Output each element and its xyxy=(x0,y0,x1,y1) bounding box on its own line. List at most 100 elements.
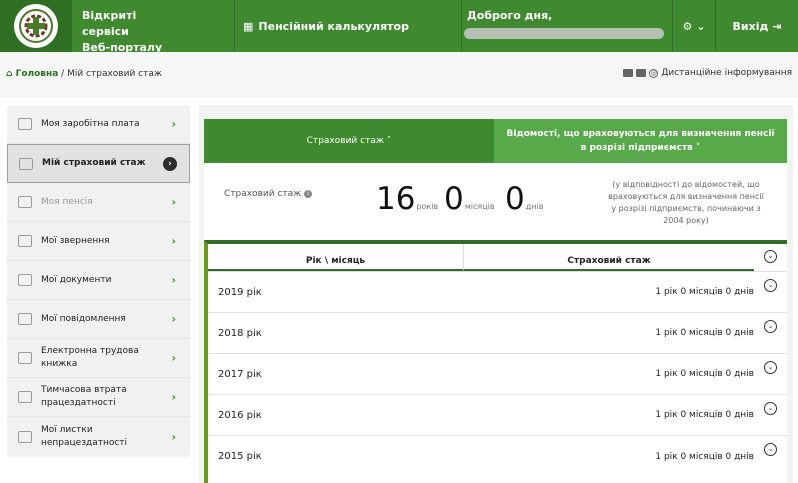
chevron-down-circle-icon: ⌄ xyxy=(764,401,777,415)
logout-label: Вихід xyxy=(732,19,769,33)
pension-calculator-link[interactable]: ▦ Пенсійний калькулятор xyxy=(234,0,462,52)
summary-label: Страховий стаж i xyxy=(224,189,313,199)
breadcrumb-home-label: Головна xyxy=(15,69,59,79)
row-stazh: 1 рік 0 місяців 0 днів xyxy=(655,410,754,420)
breadcrumb-bar: ⌂ Головна / Мій страховий стаж @ Дистанц… xyxy=(0,52,798,98)
remote-info-label: Дистанційне інформування xyxy=(661,68,792,78)
sidebar-item-label: Тимчасова втрата працездатності xyxy=(41,385,127,408)
sidebar-item-appeals[interactable]: Мої звернення › xyxy=(7,222,190,261)
row-year: 2016 рік xyxy=(218,409,262,421)
sidebar-item-label: Мої звернення xyxy=(41,235,110,246)
logout-icon: ⇥ xyxy=(772,19,782,33)
brand-title[interactable]: Відкриті сервіси Веб-порталу xyxy=(72,0,176,54)
months-unit: місяців xyxy=(464,202,495,211)
summary-note: (у відповідності до відомостей, що врахо… xyxy=(608,180,764,225)
table-row[interactable]: 2019 рік 1 рік 0 місяців 0 днів ⌄ xyxy=(208,272,787,313)
expand-all-button[interactable]: ⌄ xyxy=(754,244,787,271)
row-year: 2019 рік xyxy=(218,286,262,298)
user-greeting: Доброго дня, xyxy=(462,0,672,52)
info-icon[interactable]: i xyxy=(304,189,313,198)
months-value: 0 місяців xyxy=(444,181,495,217)
chevron-right-icon: › xyxy=(171,234,176,248)
folder-icon xyxy=(18,196,32,208)
header-spacer xyxy=(176,0,234,52)
tab-insurance-experience[interactable]: Страховий стаж ˄ xyxy=(204,119,494,163)
column-header-stazh: Страховий стаж xyxy=(464,244,754,271)
home-icon: ⌂ xyxy=(6,69,13,79)
top-navbar: Відкриті сервіси Веб-порталу ▦ Пенсійний… xyxy=(0,0,798,54)
sidebar-item-label: Мої листки непрацездатності xyxy=(41,424,128,448)
greeting-text: Доброго дня, xyxy=(467,9,553,22)
mail-icon xyxy=(18,313,32,325)
chevron-right-icon: › xyxy=(171,390,176,404)
days-unit: днів xyxy=(525,202,544,211)
remote-info-link[interactable]: @ Дистанційне інформування xyxy=(623,68,792,78)
row-expand-button[interactable]: ⌄ xyxy=(754,401,787,415)
sidebar-item-pension[interactable]: Моя пенсія › xyxy=(7,183,190,222)
row-stazh: 1 рік 0 місяців 0 днів xyxy=(655,369,754,379)
user-name-redacted xyxy=(464,28,664,39)
chevron-right-icon: › xyxy=(171,430,176,443)
main-content: Страховий стаж ˄ Відомості, що враховуют… xyxy=(199,105,793,483)
sidebar: Моя заробітна плата › Мій страховий стаж… xyxy=(7,105,190,457)
documents-icon xyxy=(18,274,32,286)
document-icon xyxy=(18,118,32,130)
calendar-icon xyxy=(19,157,33,170)
gear-icon: ⚙ xyxy=(682,19,693,33)
breadcrumb-separator: / xyxy=(61,69,65,79)
column-header-year: Рік \ місяць xyxy=(208,244,464,271)
row-year: 2018 рік xyxy=(218,327,262,339)
table-row[interactable]: 2016 рік 1 рік 0 місяців 0 днів ⌄ xyxy=(208,395,787,436)
sidebar-item-label: Моя заробітна плата xyxy=(41,118,140,129)
breadcrumb: ⌂ Головна / Мій страховий стаж xyxy=(6,69,162,79)
book-icon xyxy=(18,352,32,364)
sidebar-item-label: Мої документи xyxy=(41,274,112,285)
sidebar-item-employment-book[interactable]: Електронна трудова книжка › xyxy=(7,339,190,378)
dropdown-caret-icon: ⌄ xyxy=(696,19,706,33)
book-icon xyxy=(18,430,32,443)
breadcrumb-current: Мій страховий стаж xyxy=(67,69,162,79)
row-expand-button[interactable]: ⌄ xyxy=(754,319,787,333)
table-row[interactable]: 2015 рік 1 рік 0 місяців 0 днів ⌄ xyxy=(208,436,787,477)
sidebar-item-label: Мої повідомлення xyxy=(41,313,126,324)
chevron-right-circle-icon: › xyxy=(163,156,177,171)
table-row[interactable]: 2018 рік 1 рік 0 місяців 0 днів ⌄ xyxy=(208,313,787,354)
tab-enterprise-info[interactable]: Відомості, що враховуються для визначенн… xyxy=(494,119,787,163)
tabs: Страховий стаж ˄ Відомості, що враховуют… xyxy=(204,119,787,163)
experience-summary: Страховий стаж i 16 років 0 місяців 0 дн… xyxy=(204,163,787,241)
row-stazh: 1 рік 0 місяців 0 днів xyxy=(655,328,754,338)
chevron-down-circle-icon: ⌄ xyxy=(764,249,777,263)
pension-fund-logo xyxy=(14,4,58,48)
table-row[interactable]: 2017 рік 1 рік 0 місяців 0 днів ⌄ xyxy=(208,354,787,395)
chevron-right-icon: › xyxy=(171,351,176,365)
chevron-down-circle-icon: ⌄ xyxy=(764,278,777,292)
chevron-right-icon: › xyxy=(171,273,176,287)
sidebar-item-messages[interactable]: Мої повідомлення › xyxy=(7,300,190,339)
sidebar-item-temporary-disability[interactable]: Тимчасова втрата працездатності › xyxy=(7,378,190,417)
row-expand-button[interactable]: ⌄ xyxy=(754,278,787,292)
brand-line-1: Відкриті сервіси xyxy=(82,9,137,38)
sidebar-item-insurance-experience[interactable]: Мій страховий стаж › xyxy=(7,144,190,183)
sidebar-item-documents[interactable]: Мої документи › xyxy=(7,261,190,300)
days-number: 0 xyxy=(505,181,525,217)
chevron-down-circle-icon: ⌄ xyxy=(764,360,777,374)
months-number: 0 xyxy=(444,181,464,217)
sidebar-item-sick-leave[interactable]: Мої листки непрацездатності › xyxy=(7,417,190,456)
chevron-right-icon: › xyxy=(171,117,176,131)
book-icon xyxy=(18,391,32,403)
logo-area[interactable] xyxy=(0,0,72,52)
sidebar-item-label: Моя пенсія xyxy=(41,196,93,207)
settings-menu-button[interactable]: ⚙ ⌄ xyxy=(672,0,716,52)
envelope-icon xyxy=(18,235,32,247)
chevron-down-circle-icon: ⌄ xyxy=(764,319,777,333)
row-expand-button[interactable]: ⌄ xyxy=(754,443,787,456)
row-expand-button[interactable]: ⌄ xyxy=(754,360,787,374)
summary-label-text: Страховий стаж xyxy=(224,189,302,199)
experience-table: Рік \ місяць Страховий стаж ⌄ 2019 рік 1… xyxy=(204,240,787,483)
sidebar-item-label: Електронна трудова книжка xyxy=(41,346,139,369)
breadcrumb-home[interactable]: ⌂ Головна xyxy=(6,69,58,79)
logout-button[interactable]: Вихід ⇥ xyxy=(716,0,798,52)
sidebar-item-salary[interactable]: Моя заробітна плата › xyxy=(7,105,190,144)
days-value: 0 днів xyxy=(505,181,543,217)
sidebar-item-label: Мій страховий стаж xyxy=(42,158,146,168)
